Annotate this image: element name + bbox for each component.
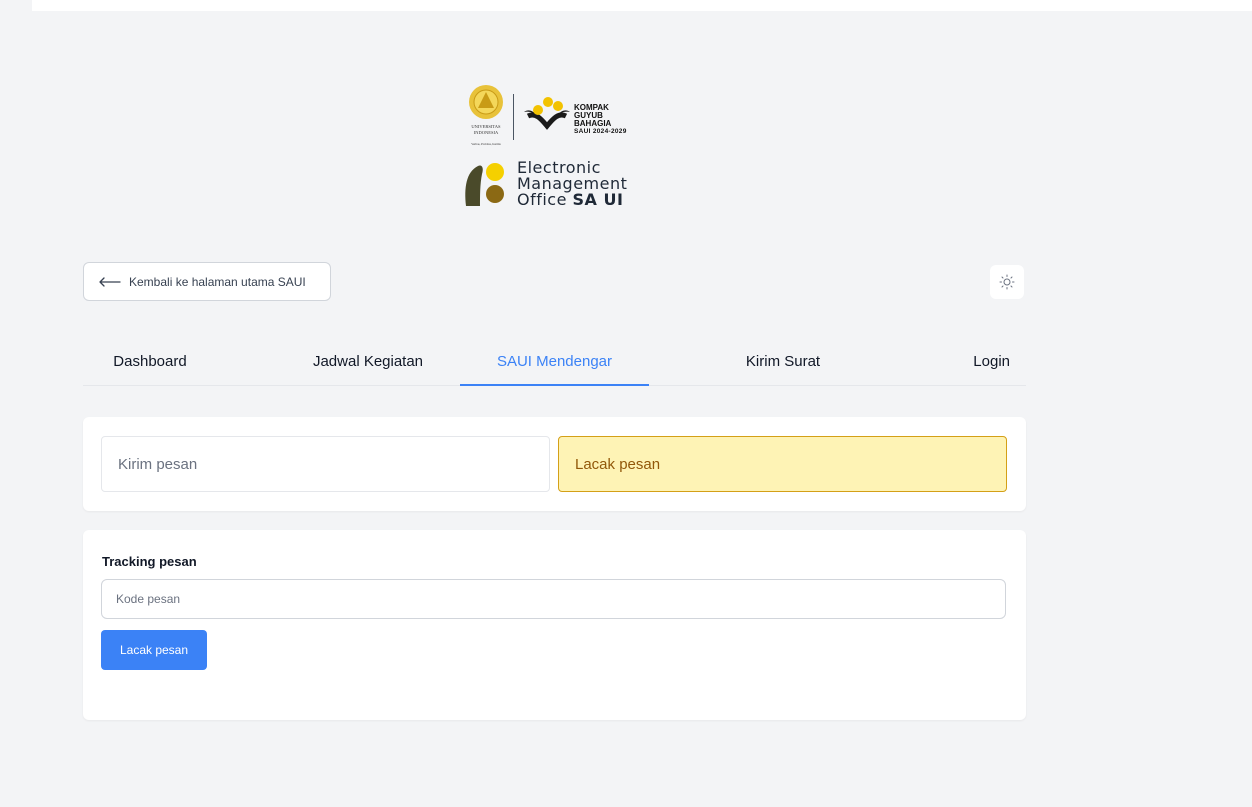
tab-dashboard[interactable]: Dashboard — [83, 338, 217, 385]
theme-toggle-button[interactable] — [990, 265, 1024, 299]
emo-line-3-prefix: Office — [517, 190, 573, 209]
tab-kirim-surat[interactable]: Kirim Surat — [683, 338, 883, 385]
emo-line-3: Office SA UI — [517, 192, 627, 208]
kgb-logo-mark — [524, 97, 570, 130]
kgb-line-3: BAHAGIA — [574, 119, 612, 128]
kgb-line-4: SAUI 2024-2029 — [574, 128, 627, 135]
back-button-label: Kembali ke halaman utama SAUI — [129, 274, 306, 289]
kgb-logo-text: KOMPAK GUYUB BAHAGIA SAUI 2024-2029 — [574, 104, 627, 136]
message-code-input[interactable] — [101, 579, 1006, 619]
main-tabs: Dashboard Jadwal Kegiatan SAUI Mendengar… — [83, 338, 1026, 386]
tab-jadwal-kegiatan[interactable]: Jadwal Kegiatan — [273, 338, 463, 385]
arrow-left-icon — [99, 276, 121, 287]
tracking-label: Tracking pesan — [102, 554, 197, 569]
ui-seal-line-1: UNIVERSITAS — [471, 124, 501, 129]
back-to-saui-button[interactable]: Kembali ke halaman utama SAUI — [83, 262, 331, 301]
tab-saui-mendengar[interactable]: SAUI Mendengar — [460, 338, 649, 386]
tracking-card: Tracking pesan Lacak pesan — [83, 530, 1026, 720]
ui-seal-line-3: Veritas, Probitas, Iustitia — [471, 142, 501, 147]
send-message-option[interactable]: Kirim pesan — [101, 436, 550, 492]
emo-logo-text: Electronic Management Office SA UI — [517, 160, 627, 208]
emo-logo-mark — [465, 163, 504, 206]
logo-group: UNIVERSITAS INDONESIA Veritas, Probitas,… — [462, 84, 662, 214]
top-bar — [32, 0, 1252, 11]
track-message-button[interactable]: Lacak pesan — [101, 630, 207, 670]
message-mode-card: Kirim pesan Lacak pesan — [83, 417, 1026, 511]
ui-seal-line-2: INDONESIA — [474, 130, 499, 135]
emo-line-3-bold: SA UI — [572, 190, 624, 209]
ui-seal-logo: UNIVERSITAS INDONESIA Veritas, Probitas,… — [469, 85, 503, 147]
sun-icon — [999, 274, 1015, 290]
track-message-option[interactable]: Lacak pesan — [558, 436, 1007, 492]
tab-login[interactable]: Login — [943, 338, 1026, 385]
logo-divider — [513, 94, 514, 140]
